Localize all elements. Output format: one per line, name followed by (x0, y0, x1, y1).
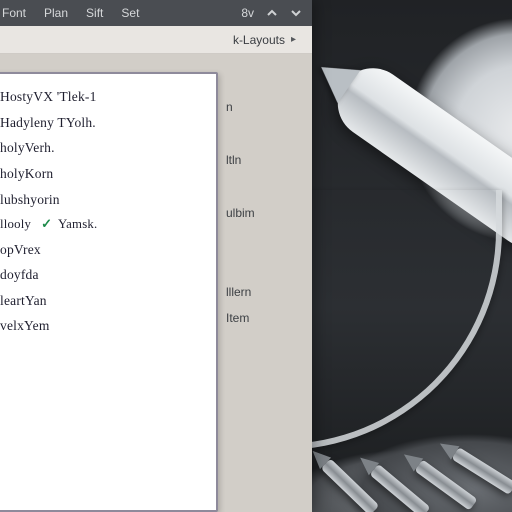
list-item[interactable]: holyVerh. (0, 135, 206, 161)
chevron-up-icon[interactable] (266, 7, 278, 19)
side-label (226, 173, 298, 199)
side-label (226, 226, 298, 252)
list-item[interactable]: HostyVX 'Tlek-1 (0, 84, 206, 110)
side-label: lllern (226, 278, 298, 304)
side-label (226, 121, 298, 147)
side-label: ltln (226, 147, 298, 173)
layouts-label: k-Layouts (233, 33, 285, 47)
side-label: ulbim (226, 199, 298, 225)
chevron-right-icon: ▸ (291, 34, 296, 45)
secondary-column: n ltln ulbim lllern Item (226, 68, 298, 331)
menubar: Font Plan Sift Set 8v (0, 0, 312, 26)
list-item[interactable]: lubshyorin (0, 187, 206, 213)
checkmark-icon: ✓ (41, 212, 52, 236)
chevron-down-icon[interactable] (290, 7, 302, 19)
menu-plan[interactable]: Plan (44, 6, 68, 20)
side-label: n (226, 94, 298, 120)
list-item[interactable]: velxYem (0, 313, 206, 339)
list-item[interactable]: opVrex (0, 237, 206, 263)
list-item[interactable]: holyKorn (0, 161, 206, 187)
side-label (226, 252, 298, 278)
list-item[interactable]: leartYan (0, 288, 206, 314)
menu-font[interactable]: Font (2, 6, 26, 20)
app-window: Font Plan Sift Set 8v k-Layouts ▸ HostyV… (0, 0, 312, 512)
style-list-panel: HostyVX 'Tlek-1 Hadyleny TYolh. holyVerh… (0, 72, 218, 512)
list-item[interactable]: doyfda (0, 262, 206, 288)
list-item[interactable]: Hadyleny TYolh. (0, 110, 206, 136)
side-label: Item (226, 305, 298, 331)
list-item[interactable]: llooly ✓ Yamsk. (0, 212, 206, 236)
menu-sift[interactable]: Sift (86, 6, 103, 20)
layouts-dropdown[interactable]: k-Layouts ▸ (0, 26, 312, 54)
menu-set[interactable]: Set (121, 6, 139, 20)
page-indicator: 8v (241, 6, 254, 20)
side-label (226, 68, 298, 94)
